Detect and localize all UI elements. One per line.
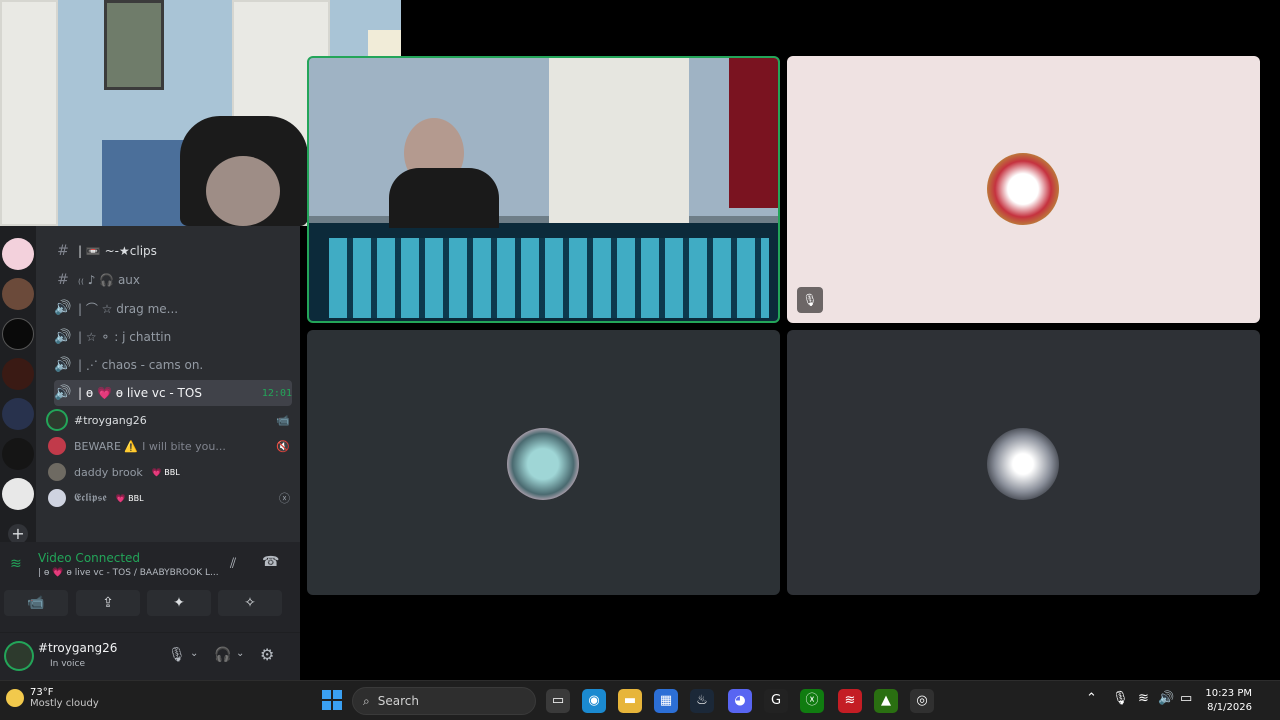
hash-icon: # xyxy=(57,272,69,288)
gear-icon[interactable]: ⚙ xyxy=(260,645,274,664)
server-icon[interactable] xyxy=(2,278,34,310)
avatar xyxy=(48,489,66,507)
avatar xyxy=(48,411,66,429)
video-tile-avatar[interactable] xyxy=(307,330,780,595)
steam-icon[interactable]: ♨ xyxy=(690,689,714,713)
signal-icon: ≋ xyxy=(10,556,22,572)
channel-live-vc[interactable]: 🔊 | ɵ 💗 ɵ live vc - TOS 12:01 xyxy=(54,380,292,406)
start-button[interactable] xyxy=(322,690,342,710)
server-icon[interactable] xyxy=(2,398,34,430)
soundboard-button[interactable]: ✧ xyxy=(218,590,282,616)
clock[interactable]: 10:23 PM 8/1/2026 xyxy=(1205,687,1252,715)
obs-icon[interactable]: ◎ xyxy=(910,689,934,713)
role-badge: 💗 BBL xyxy=(112,492,147,504)
nvidia-icon[interactable]: ▲ xyxy=(874,689,898,713)
user-status: In voice xyxy=(50,659,86,669)
channel-aux[interactable]: # ₍₍ ♪ 🎧 aux xyxy=(54,267,292,293)
role-badge: 💗 BBL xyxy=(148,466,183,478)
discord-sidebar: + # | 📼 ~-★clips # ₍₍ ♪ 🎧 aux 🔊 | ⌒ ☆ dr… xyxy=(0,226,300,680)
speaker-icon: 🔊 xyxy=(54,357,72,373)
date: 8/1/2026 xyxy=(1207,702,1252,713)
muted-icon: 🔇 xyxy=(276,439,290,453)
speaker-icon: 🔊 xyxy=(54,329,72,345)
voice-member[interactable]: daddy brook 💗 BBL xyxy=(48,460,290,484)
avatar xyxy=(987,153,1059,225)
temperature: 73°F xyxy=(30,687,54,698)
xbox-icon[interactable]: ⓧ xyxy=(800,689,824,713)
voice-member[interactable]: 𝕰𝖈𝖑𝖎𝖕𝖘𝖊 💗 BBL ⓧ xyxy=(48,486,290,510)
voice-status: Video Connected xyxy=(38,551,141,565)
g-hub-icon[interactable]: G xyxy=(764,689,788,713)
search-icon: ⌕ xyxy=(363,693,370,708)
task-view-icon[interactable]: ▭ xyxy=(546,689,570,713)
speaker-icon: 🔊 xyxy=(54,300,72,316)
microphone-icon[interactable]: 🎙 xyxy=(168,647,186,663)
activities-button[interactable]: ✦ xyxy=(147,590,211,616)
noise-suppression-icon[interactable]: ⫽ xyxy=(230,556,236,572)
edge-icon[interactable]: ◉ xyxy=(582,689,606,713)
channel-clips[interactable]: # | 📼 ~-★clips xyxy=(54,238,292,264)
server-icon[interactable] xyxy=(2,438,34,470)
screenshare-button[interactable]: ⇪ xyxy=(76,590,140,616)
server-icon[interactable] xyxy=(2,478,34,510)
voice-connection-panel: ≋ Video Connected | ɵ 💗 ɵ live vc - TOS … xyxy=(0,542,300,632)
taskbar: 73°F Mostly cloudy ⌕ Search ▭ ◉ ▬ ▦ ♨ ◕ … xyxy=(0,680,1280,720)
app-icon[interactable]: ≋ xyxy=(838,689,862,713)
video-tile-avatar[interactable] xyxy=(787,330,1260,595)
server-icon[interactable] xyxy=(2,318,34,350)
voice-member[interactable]: BEWARE ⚠️ I will bite you... 🔇 xyxy=(48,434,290,458)
hash-icon: # xyxy=(57,243,69,259)
avatar xyxy=(507,428,579,500)
camera-icon: 📹 xyxy=(276,413,290,427)
voice-member[interactable]: #troygang26 📹 xyxy=(48,408,290,432)
avatar xyxy=(987,428,1059,500)
video-tile-avatar[interactable]: 🎙 xyxy=(787,56,1260,323)
camera-button[interactable]: 📹 xyxy=(4,590,68,616)
microphone-icon[interactable]: 🎙 xyxy=(1112,691,1129,706)
chevron-down-icon[interactable]: ⌄ xyxy=(190,648,198,659)
wifi-icon[interactable]: ≋ xyxy=(1138,691,1149,706)
voice-channel-path[interactable]: | ɵ 💗 ɵ live vc - TOS / BAABYBROOK L... xyxy=(38,568,219,578)
disconnect-icon[interactable]: ☎ xyxy=(262,554,279,570)
speaker-icon: 🔊 xyxy=(54,385,72,401)
weather-widget[interactable]: 73°F Mostly cloudy xyxy=(6,687,99,709)
server-icon[interactable] xyxy=(2,358,34,390)
xbox-icon: ⓧ xyxy=(279,492,290,505)
channel-drag-me[interactable]: 🔊 | ⌒ ☆ drag me... xyxy=(54,295,292,321)
muted-icon: 🎙 xyxy=(797,287,823,313)
store-icon[interactable]: ▦ xyxy=(654,689,678,713)
file-explorer-icon[interactable]: ▬ xyxy=(618,689,642,713)
chevron-up-icon[interactable]: ⌃ xyxy=(1086,691,1097,706)
user-panel: #troygang26 In voice 🎙 ⌄ 🎧 ⌄ ⚙ xyxy=(0,632,300,680)
channel-chattin[interactable]: 🔊 | ☆ ⚬ : j chattin xyxy=(54,324,292,350)
screen: + # | 📼 ~-★clips # ₍₍ ♪ 🎧 aux 🔊 | ⌒ ☆ dr… xyxy=(0,0,1280,720)
discord-icon[interactable]: ◕ xyxy=(728,689,752,713)
search-box[interactable]: ⌕ Search xyxy=(352,687,536,715)
volume-icon[interactable]: 🔊 xyxy=(1158,691,1174,706)
video-tile-camera[interactable] xyxy=(307,56,780,323)
weather-icon xyxy=(6,689,24,707)
server-list: + xyxy=(0,226,36,546)
headphones-icon[interactable]: 🎧 xyxy=(214,647,231,663)
avatar xyxy=(48,463,66,481)
weather-description: Mostly cloudy xyxy=(30,698,99,709)
add-server-icon[interactable]: + xyxy=(8,524,28,544)
avatar xyxy=(48,437,66,455)
chevron-down-icon[interactable]: ⌄ xyxy=(236,648,244,659)
username: #troygang26 xyxy=(38,641,118,655)
voice-timer: 12:01 xyxy=(261,387,292,399)
server-icon[interactable] xyxy=(2,238,34,270)
time: 10:23 PM xyxy=(1205,688,1252,699)
avatar[interactable] xyxy=(6,643,32,669)
battery-icon[interactable]: ▭ xyxy=(1180,691,1192,706)
channel-chaos[interactable]: 🔊 | ⋰ chaos - cams on. xyxy=(54,352,292,378)
